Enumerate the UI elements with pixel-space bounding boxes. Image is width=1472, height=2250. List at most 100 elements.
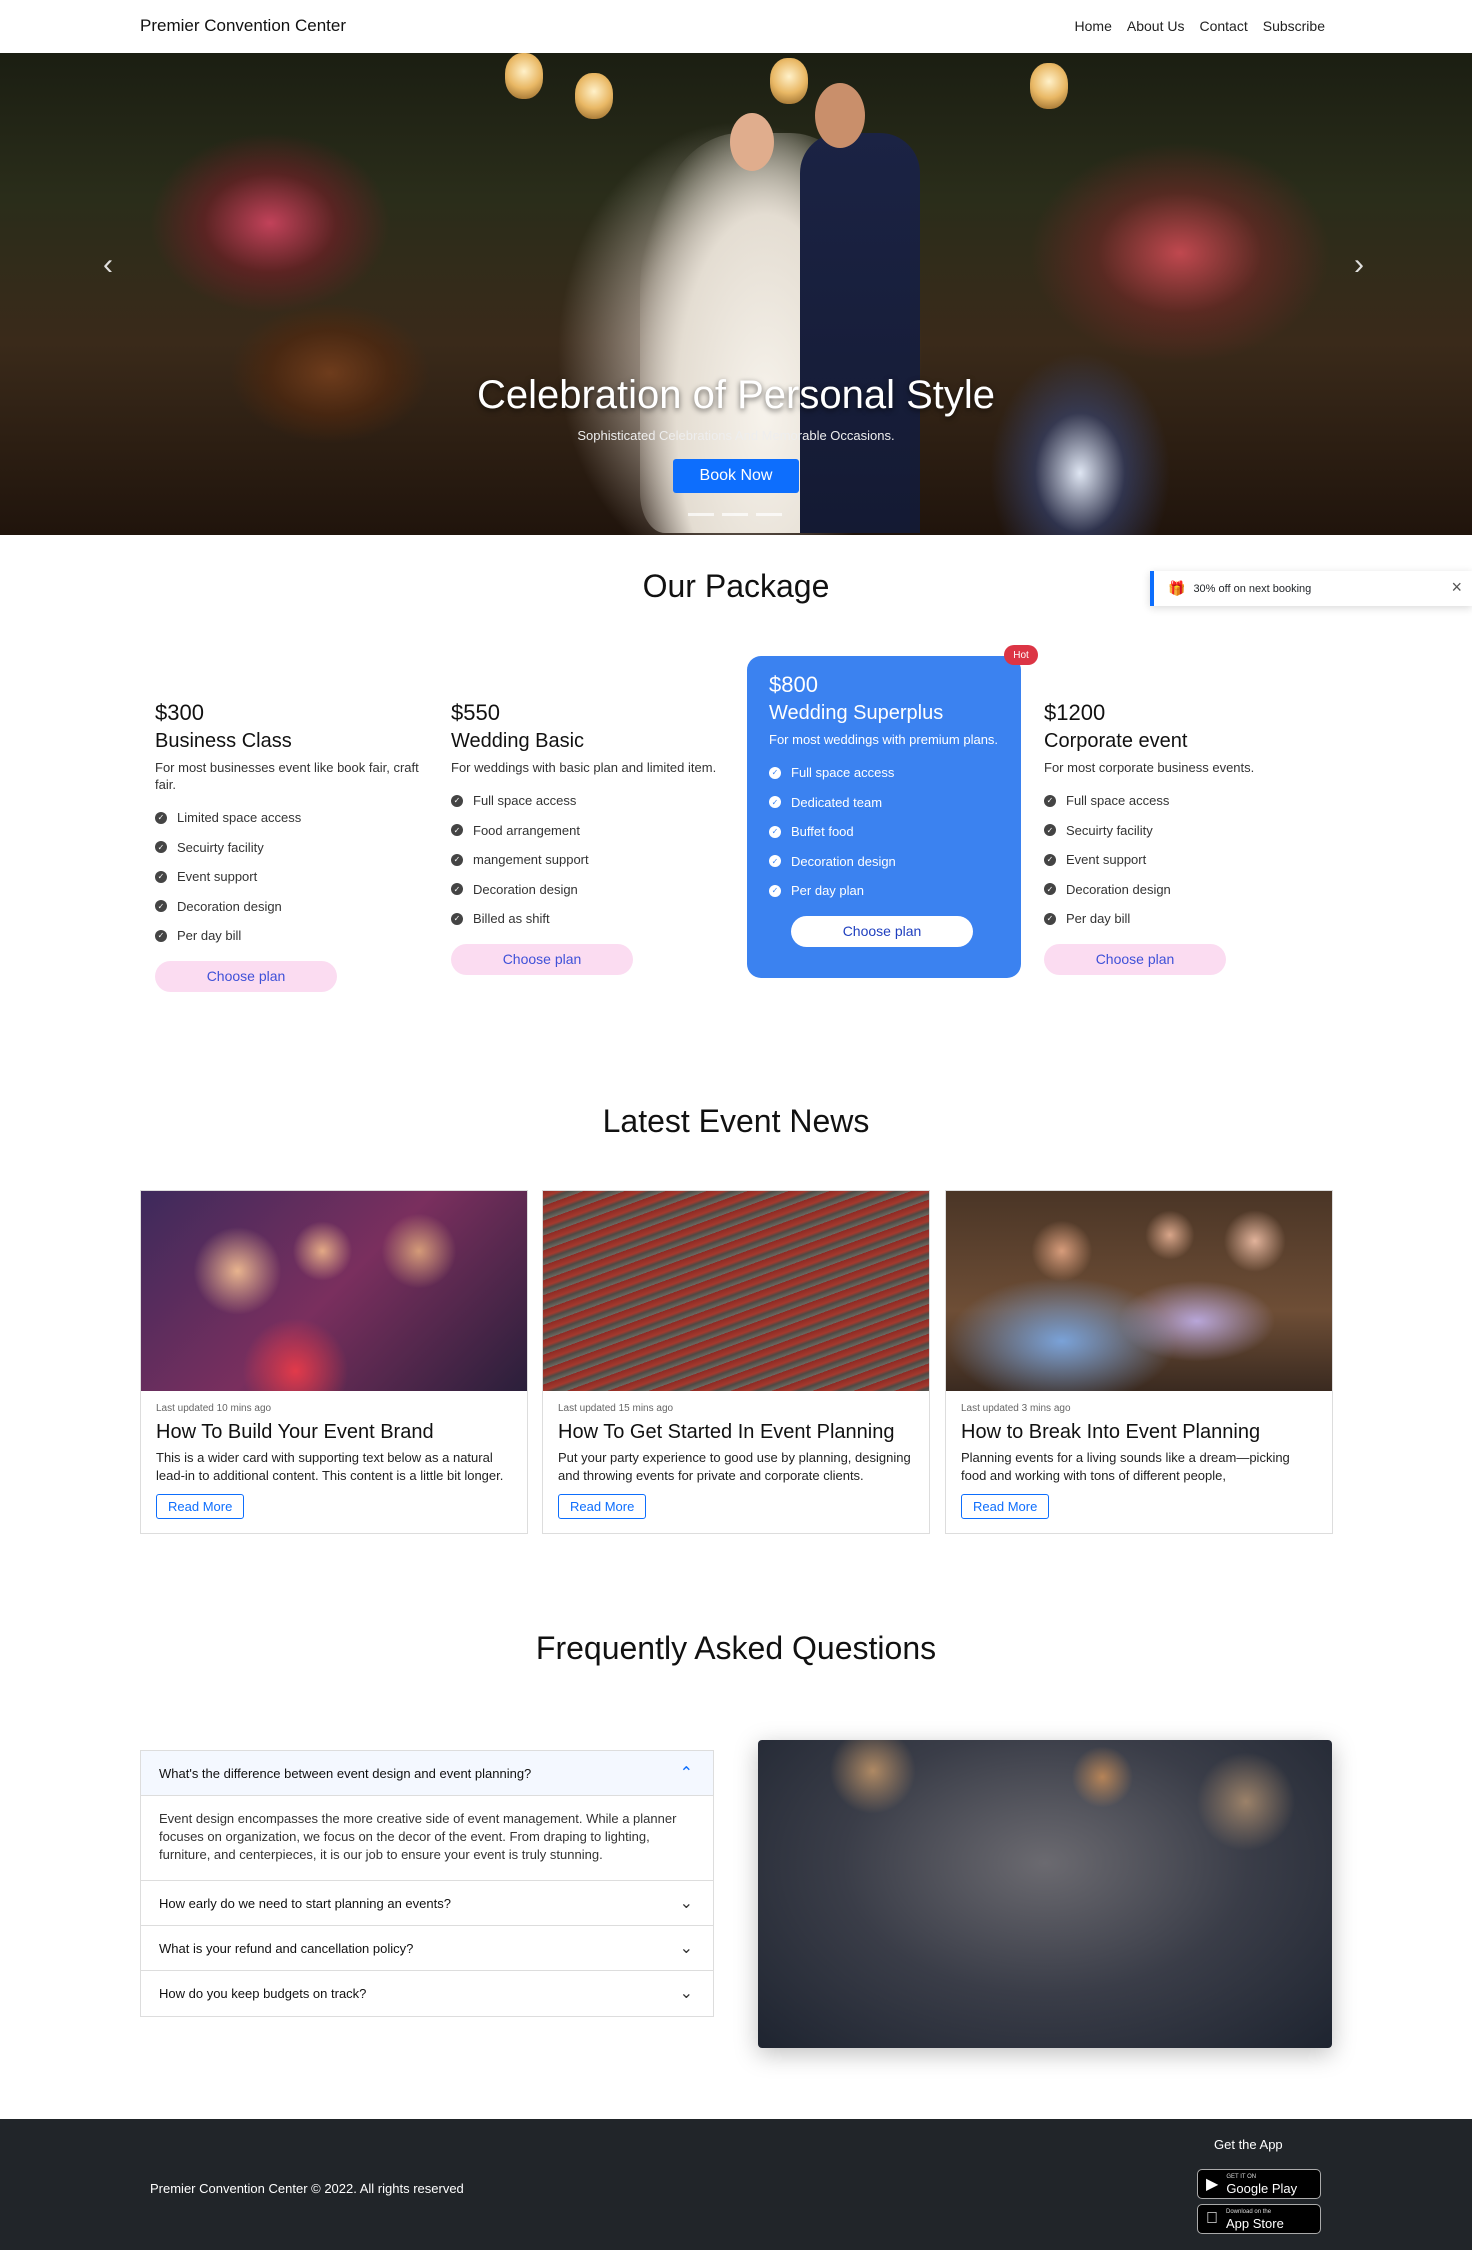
plan-price: $300 — [155, 700, 204, 725]
chevron-down-icon: ⌄ — [679, 1985, 693, 2002]
faq-question-text: What's the difference between event desi… — [159, 1765, 532, 1781]
news-text: Planning events for a living sounds like… — [961, 1450, 1290, 1483]
news-text: Put your party experience to good use by… — [558, 1450, 911, 1483]
nav-link-home[interactable]: Home — [1075, 18, 1112, 34]
hot-badge: Hot — [1004, 645, 1038, 665]
app-store-button[interactable]:  Download on theApp Store — [1197, 2204, 1321, 2234]
plan-price: $800 — [769, 672, 818, 697]
plan-card-wedding-basic: $550 Wedding Basic For weddings with bas… — [451, 700, 721, 975]
nav-links: Home About Us Contact Subscribe — [1075, 18, 1325, 34]
plan-price: $1200 — [1044, 700, 1106, 725]
choose-plan-button[interactable]: Choose plan — [155, 960, 337, 992]
news-updated: Last updated 3 mins ago — [961, 1403, 1071, 1414]
check-icon: ✓ — [155, 929, 167, 942]
plan-feature: ✓ Dedicated team — [769, 788, 999, 818]
google-play-icon: ▶ — [1206, 2176, 1219, 2193]
news-card: Last updated 15 mins ago How To Get Star… — [542, 1190, 930, 1534]
read-more-button[interactable]: Read More — [156, 1494, 245, 1519]
hero-carousel: ‹ › Celebration of Personal Style Sophis… — [0, 53, 1472, 535]
news-card-image — [543, 1191, 929, 1391]
lantern-decoration — [770, 58, 808, 104]
faq-concert-image — [758, 1740, 1332, 2048]
store-name: Google Play — [1226, 2181, 1298, 2196]
plan-desc: For most businesses event like book fair… — [155, 760, 419, 792]
news-text: This is a wider card with supporting tex… — [156, 1450, 504, 1483]
check-icon: ✓ — [451, 794, 463, 807]
plan-feature: ✓ Decoration design — [155, 892, 425, 922]
choose-plan-button[interactable]: Choose plan — [791, 915, 973, 947]
google-play-button[interactable]: ▶ GET IT ON Google Play — [1197, 2169, 1321, 2199]
check-icon: ✓ — [1044, 794, 1056, 807]
carousel-indicator[interactable] — [688, 513, 714, 516]
chevron-down-icon: ⌄ — [679, 1940, 693, 1957]
faq-question[interactable]: How do you keep budgets on track? ⌄ — [141, 1971, 713, 2016]
check-icon: ✓ — [769, 825, 781, 838]
check-icon: ✓ — [451, 824, 463, 837]
plan-desc: For weddings with basic plan and limited… — [451, 760, 717, 775]
close-icon[interactable]: × — [1451, 577, 1462, 598]
chevron-up-icon: ⌃ — [679, 1765, 693, 1782]
nav-link-subscribe[interactable]: Subscribe — [1263, 18, 1325, 34]
carousel-indicator[interactable] — [722, 513, 748, 516]
choose-plan-button[interactable]: Choose plan — [1044, 943, 1226, 975]
plan-feature: ✓ Per day plan — [769, 876, 999, 906]
news-title: How to Break Into Event Planning — [961, 1421, 1261, 1443]
check-icon: ✓ — [769, 796, 781, 809]
plan-name: Corporate event — [1044, 730, 1188, 752]
check-icon: ✓ — [769, 884, 781, 897]
choose-plan-button[interactable]: Choose plan — [451, 943, 633, 975]
faq-question-text: How do you keep budgets on track? — [159, 1986, 367, 2001]
plan-card-business: $300 Business Class For most businesses … — [155, 700, 425, 992]
check-icon: ✓ — [451, 912, 463, 925]
plan-desc: For most corporate business events. — [1044, 760, 1255, 775]
toast-text: 30% off on next booking — [1193, 582, 1312, 595]
nav-link-contact[interactable]: Contact — [1199, 18, 1247, 34]
check-icon: ✓ — [155, 811, 167, 824]
check-icon: ✓ — [769, 766, 781, 779]
plan-feature: ✓ Billed as shift — [451, 904, 721, 934]
check-icon: ✓ — [769, 855, 781, 868]
plan-feature: ✓ Full space access — [1044, 786, 1324, 816]
plan-feature: ✓ Per day bill — [155, 921, 425, 951]
footer: Premier Convention Center © 2022. All ri… — [0, 2119, 1472, 2250]
check-icon: ✓ — [451, 853, 463, 866]
plan-feature: ✓ Limited space access — [155, 803, 425, 833]
plan-feature: ✓ Decoration design — [769, 847, 999, 877]
news-card: Last updated 3 mins ago How to Break Int… — [945, 1190, 1333, 1534]
lantern-decoration — [505, 53, 543, 99]
faq-question-text: What is your refund and cancellation pol… — [159, 1940, 414, 1956]
plan-feature: ✓ Full space access — [451, 786, 721, 816]
faq-question[interactable]: What's the difference between event desi… — [141, 1751, 713, 1796]
carousel-prev-icon[interactable]: ‹ — [103, 248, 113, 282]
faq-question[interactable]: How early do we need to start planning a… — [141, 1881, 713, 1926]
check-icon: ✓ — [451, 883, 463, 896]
plan-name: Business Class — [155, 730, 292, 752]
hero-bride-head — [730, 113, 774, 171]
plan-name: Wedding Superplus — [769, 702, 944, 724]
read-more-button[interactable]: Read More — [558, 1494, 647, 1519]
carousel-indicators — [688, 513, 782, 516]
news-card-image — [946, 1191, 1332, 1391]
faq-answer: Event design encompasses the more creati… — [141, 1796, 713, 1881]
carousel-indicator[interactable] — [756, 513, 782, 516]
promo-toast: 🎁 30% off on next booking × — [1150, 571, 1472, 606]
read-more-button[interactable]: Read More — [961, 1494, 1050, 1519]
hero-groom-head — [815, 83, 865, 148]
faq-question-text: How early do we need to start planning a… — [159, 1895, 451, 1911]
carousel-next-icon[interactable]: › — [1354, 248, 1364, 282]
brand-logo[interactable]: Premier Convention Center — [140, 16, 346, 36]
plan-feature: ✓ Secuirty facility — [155, 833, 425, 863]
faq-question[interactable]: What is your refund and cancellation pol… — [141, 1926, 713, 1971]
nav-link-about[interactable]: About Us — [1127, 18, 1185, 34]
plan-desc: For most weddings with premium plans. — [769, 732, 999, 747]
book-now-button[interactable]: Book Now — [673, 459, 799, 493]
get-app-label: Get the App — [1214, 2137, 1283, 2152]
hero-groom — [800, 133, 920, 533]
gift-icon: 🎁 — [1168, 580, 1186, 596]
plan-card-wedding-superplus: $800 Wedding Superplus For most weddings… — [747, 656, 1021, 978]
plan-feature: ✓ Decoration design — [451, 875, 721, 905]
plan-feature: ✓ mangement support — [451, 845, 721, 875]
hero-title: Celebration of Personal Style — [476, 373, 996, 417]
plan-feature: ✓ Food arrangement — [451, 816, 721, 846]
plan-name: Wedding Basic — [451, 730, 585, 752]
